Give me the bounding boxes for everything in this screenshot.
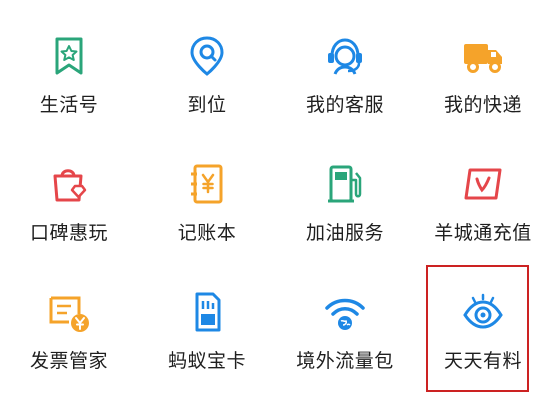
tile-invoice-manager[interactable]: 发票管家 <box>0 256 138 376</box>
tile-yangchengtong-topup[interactable]: 羊城通充值 <box>414 128 550 248</box>
transit-card-icon <box>461 162 505 206</box>
invoice-yen-icon <box>47 290 91 334</box>
delivery-truck-icon <box>461 34 505 78</box>
tile-ant-sim-card[interactable]: 蚂蚁宝卡 <box>138 256 276 376</box>
tile-label: 发票管家 <box>29 350 108 372</box>
service-grid: 生活号 到位 我的客服 我的快递 口碑惠玩 记账本 加油服务 羊城通充值 发票管… <box>0 0 550 412</box>
tile-label: 记账本 <box>177 222 237 244</box>
tile-label: 羊城通充值 <box>434 222 532 244</box>
bookmark-star-icon <box>47 34 91 78</box>
tile-label: 境外流量包 <box>296 350 394 372</box>
sim-card-icon <box>185 290 229 334</box>
tile-customer-service[interactable]: 我的客服 <box>276 0 414 120</box>
tile-my-delivery[interactable]: 我的快递 <box>414 0 550 120</box>
fuel-pump-icon <box>323 162 367 206</box>
tile-fuel-service[interactable]: 加油服务 <box>276 128 414 248</box>
tile-label: 口碑惠玩 <box>29 222 108 244</box>
tile-label: 我的客服 <box>305 94 384 116</box>
location-pin-icon <box>185 34 229 78</box>
wifi-globe-icon <box>323 290 367 334</box>
tile-daily-news[interactable]: 天天有料 <box>414 256 550 376</box>
tile-label: 天天有料 <box>443 350 522 372</box>
tile-overseas-data[interactable]: 境外流量包 <box>276 256 414 376</box>
eye-icon <box>461 290 505 334</box>
tile-daowei[interactable]: 到位 <box>138 0 276 120</box>
tile-label: 蚂蚁宝卡 <box>167 350 246 372</box>
tile-label: 我的快递 <box>443 94 522 116</box>
ledger-yen-icon <box>185 162 229 206</box>
customer-service-icon <box>323 34 367 78</box>
tile-ledger[interactable]: 记账本 <box>138 128 276 248</box>
tile-label: 到位 <box>187 94 227 116</box>
tile-label: 加油服务 <box>305 222 384 244</box>
tile-life-account[interactable]: 生活号 <box>0 0 138 120</box>
shopping-bag-icon <box>47 162 91 206</box>
tile-koubei[interactable]: 口碑惠玩 <box>0 128 138 248</box>
tile-label: 生活号 <box>39 94 99 116</box>
